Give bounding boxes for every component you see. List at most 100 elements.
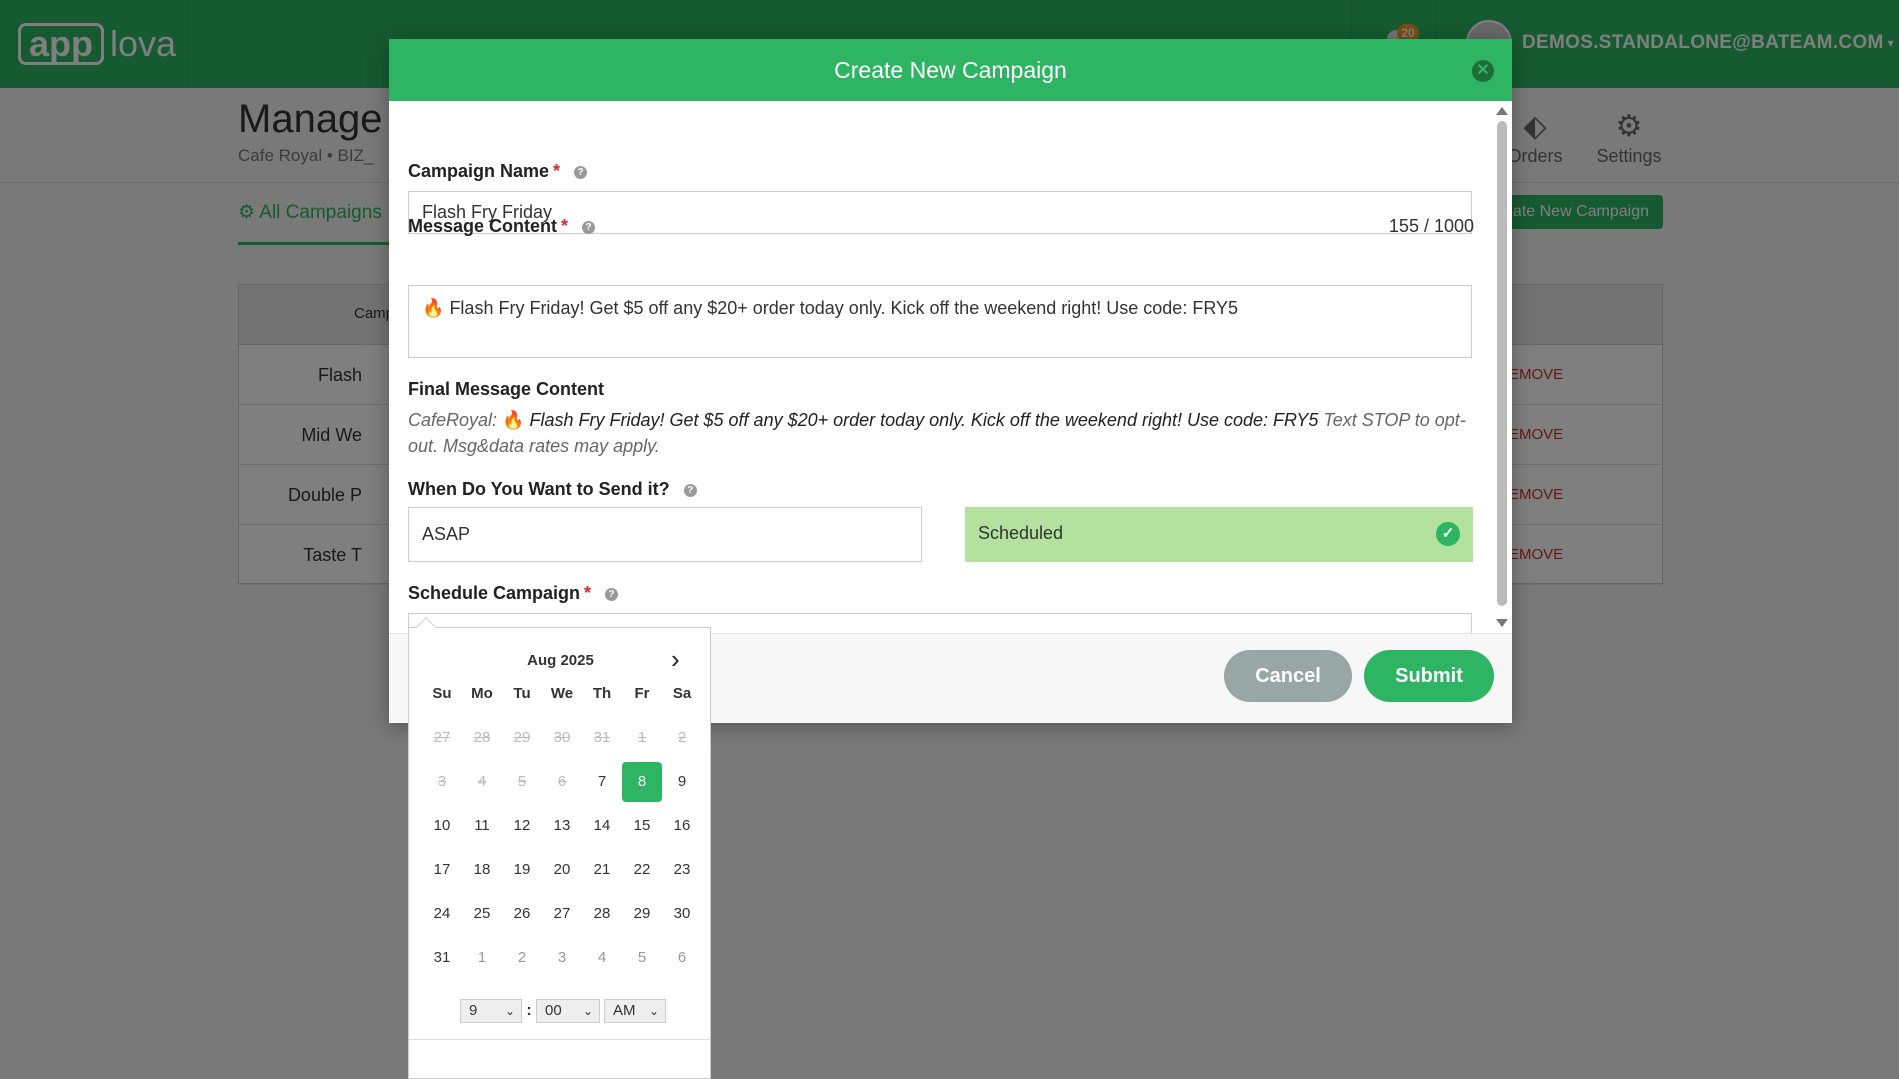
datepicker-grid: Su Mo Tu We Th Fr Sa 27 28 29 30 31 1 2 … xyxy=(422,672,702,980)
submit-button[interactable]: Submit xyxy=(1364,650,1494,702)
week-row: 24 25 26 27 28 29 30 xyxy=(422,892,702,936)
day-cell[interactable]: 13 xyxy=(542,804,582,848)
chevron-down-icon: ⌄ xyxy=(648,1004,659,1018)
close-icon[interactable]: ✕ xyxy=(1472,60,1494,82)
day-cell[interactable]: 31 xyxy=(422,936,462,980)
campaign-name-label-text: Campaign Name xyxy=(408,161,550,181)
day-cell[interactable]: 15 xyxy=(622,804,662,848)
day-cell[interactable]: 21 xyxy=(582,848,622,892)
datepicker-month: Aug 2025 xyxy=(527,652,594,669)
day-cell-disabled: 2 xyxy=(677,729,687,746)
send-time-label-text: When Do You Want to Send it? xyxy=(408,479,670,499)
schedule-campaign-label-text: Schedule Campaign xyxy=(408,583,581,603)
send-option-scheduled-label: Scheduled xyxy=(978,523,1064,543)
schedule-campaign-label: Schedule Campaign *? xyxy=(408,583,619,604)
week-row: 31 1 2 3 4 5 6 xyxy=(422,936,702,980)
weekday-row: Su Mo Tu We Th Fr Sa xyxy=(422,672,702,716)
time-colon: : xyxy=(526,1002,532,1019)
datepicker-divider xyxy=(409,1039,710,1040)
day-cell[interactable]: 17 xyxy=(422,848,462,892)
day-cell-next-month[interactable]: 3 xyxy=(542,936,582,980)
weekday-label: Fr xyxy=(634,685,650,702)
day-cell[interactable]: 28 xyxy=(582,892,622,936)
weekday-label: Th xyxy=(592,685,612,702)
day-cell-disabled: 31 xyxy=(593,729,611,746)
chevron-down-icon: ⌄ xyxy=(504,1004,515,1018)
day-cell-next-month[interactable]: 6 xyxy=(662,936,702,980)
modal-body: Campaign Name *? Flash Fry Friday Message… xyxy=(389,101,1512,633)
send-option-asap[interactable]: ASAP xyxy=(408,507,922,562)
day-cell[interactable]: 11 xyxy=(462,804,502,848)
weekday-label: Sa xyxy=(672,685,692,702)
ampm-select[interactable]: AM ⌄ xyxy=(604,999,666,1023)
day-cell-disabled: 28 xyxy=(473,729,491,746)
day-cell[interactable]: 16 xyxy=(662,804,702,848)
day-cell[interactable]: 20 xyxy=(542,848,582,892)
day-cell[interactable]: 23 xyxy=(662,848,702,892)
send-option-scheduled[interactable]: Scheduled ✓ xyxy=(965,507,1473,562)
day-cell-next-month[interactable]: 2 xyxy=(502,936,542,980)
day-cell[interactable]: 25 xyxy=(462,892,502,936)
day-cell-disabled: 30 xyxy=(553,729,571,746)
day-cell[interactable]: 12 xyxy=(502,804,542,848)
day-cell[interactable]: 27 xyxy=(542,892,582,936)
final-message-label: Final Message Content xyxy=(408,379,605,399)
minute-select[interactable]: 00 ⌄ xyxy=(536,999,600,1023)
scroll-up-arrow-icon[interactable] xyxy=(1496,107,1508,115)
final-prefix: CafeRoyal: xyxy=(408,410,503,430)
message-content-label: Message Content *? xyxy=(408,216,596,237)
scroll-thumb[interactable] xyxy=(1497,121,1507,606)
modal-scrollbar[interactable] xyxy=(1492,101,1512,633)
day-cell-next-month[interactable]: 4 xyxy=(582,936,622,980)
weekday-label: Tu xyxy=(513,685,531,702)
ampm-value: AM xyxy=(613,1002,636,1019)
help-icon[interactable]: ? xyxy=(605,587,619,601)
date-picker: Aug 2025 › Su Mo Tu We Th Fr Sa 27 28 29… xyxy=(408,617,711,1079)
week-row: 27 28 29 30 31 1 2 xyxy=(422,716,702,760)
day-cell[interactable]: 26 xyxy=(502,892,542,936)
day-cell[interactable]: 29 xyxy=(622,892,662,936)
hour-value: 9 xyxy=(469,1002,478,1019)
cancel-button[interactable]: Cancel xyxy=(1224,650,1352,702)
week-row: 10 11 12 13 14 15 16 xyxy=(422,804,702,848)
day-cell-disabled: 1 xyxy=(637,729,647,746)
day-cell[interactable]: 24 xyxy=(422,892,462,936)
required-asterisk: * xyxy=(584,583,592,603)
day-cell[interactable]: 10 xyxy=(422,804,462,848)
day-cell-next-month[interactable]: 5 xyxy=(622,936,662,980)
create-campaign-modal: Create New Campaign ✕ Campaign Name *? Fl… xyxy=(389,39,1512,723)
hour-select[interactable]: 9 ⌄ xyxy=(460,999,522,1023)
week-row: 3 4 5 6 7 8 9 xyxy=(422,760,702,804)
minute-value: 00 xyxy=(545,1002,562,1019)
day-cell[interactable]: 30 xyxy=(662,892,702,936)
week-row: 17 18 19 20 21 22 23 xyxy=(422,848,702,892)
campaign-name-label: Campaign Name *? xyxy=(408,161,588,182)
required-asterisk: * xyxy=(561,216,569,236)
day-cell[interactable]: 18 xyxy=(462,848,502,892)
day-cell[interactable]: 7 xyxy=(582,760,622,804)
help-icon[interactable]: ? xyxy=(574,165,588,179)
chevron-right-icon[interactable]: › xyxy=(671,644,680,674)
day-cell-selected[interactable]: 8 xyxy=(622,762,662,802)
day-cell[interactable]: 14 xyxy=(582,804,622,848)
final-body: Flash Fry Friday! Get $5 off any $20+ or… xyxy=(529,410,1319,430)
message-content-textarea[interactable]: 🔥 Flash Fry Friday! Get $5 off any $20+ … xyxy=(408,285,1472,358)
check-circle-icon: ✓ xyxy=(1436,522,1460,546)
weekday-label: Su xyxy=(432,685,452,702)
help-icon[interactable]: ? xyxy=(582,220,596,234)
required-asterisk: * xyxy=(553,161,561,181)
day-cell-disabled: 5 xyxy=(517,773,527,790)
help-icon[interactable]: ? xyxy=(683,483,697,497)
day-cell-next-month[interactable]: 1 xyxy=(462,936,502,980)
final-message-preview: CafeRoyal: 🔥 Flash Fry Friday! Get $5 of… xyxy=(408,407,1478,459)
day-cell[interactable]: 19 xyxy=(502,848,542,892)
flame-icon: 🔥 xyxy=(502,410,525,430)
character-counter: 155 / 1000 xyxy=(1388,216,1474,236)
modal-header: Create New Campaign ✕ xyxy=(389,39,1512,101)
day-cell[interactable]: 9 xyxy=(662,760,702,804)
time-picker: 9 ⌄ : 00 ⌄ AM ⌄ xyxy=(460,999,666,1023)
day-cell[interactable]: 22 xyxy=(622,848,662,892)
chevron-down-icon: ⌄ xyxy=(582,1004,593,1018)
scroll-down-arrow-icon[interactable] xyxy=(1496,619,1508,627)
day-cell-disabled: 29 xyxy=(513,729,531,746)
